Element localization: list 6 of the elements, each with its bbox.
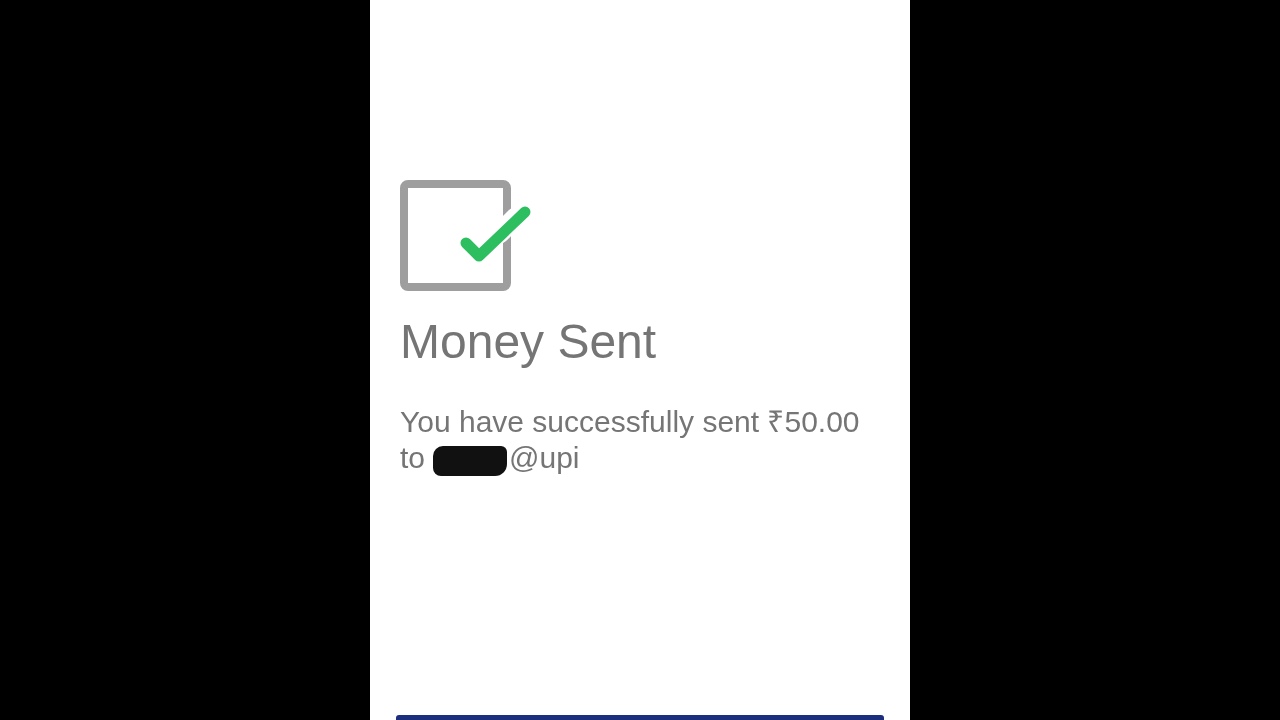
screen-title: Money Sent <box>400 314 657 370</box>
message-text: You have successfully sent ₹50.00 <box>400 403 860 440</box>
recipient-prefix: to <box>400 439 426 476</box>
checkbox-check-icon <box>400 180 532 292</box>
action-button[interactable] <box>396 715 884 720</box>
upi-handle: @upi <box>509 439 580 476</box>
